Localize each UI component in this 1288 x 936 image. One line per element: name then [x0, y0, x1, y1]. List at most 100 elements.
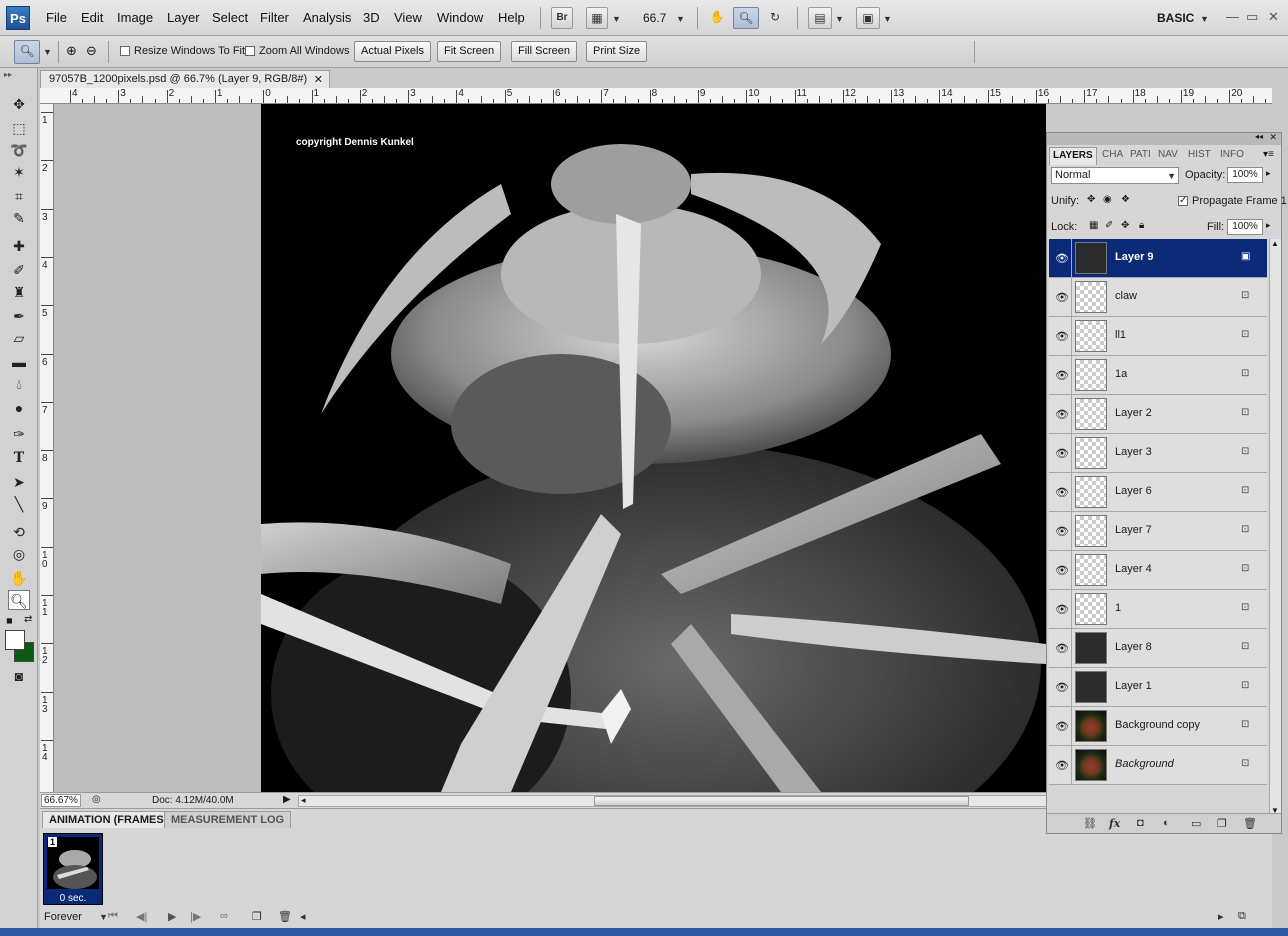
scroll-up-icon[interactable]: ▲ — [1271, 239, 1279, 248]
scroll-left-icon[interactable]: ◂ — [301, 795, 306, 806]
print-size-button[interactable]: Print Size — [586, 41, 648, 62]
lock-icon[interactable]: ⊡ — [1241, 524, 1249, 535]
lock-icon[interactable]: ⊡ — [1241, 758, 1249, 769]
link-layers-icon[interactable]: ⛓ — [1083, 817, 1097, 830]
chevron-down-icon[interactable]: ▼ — [835, 14, 844, 24]
status-info-icon[interactable]: ◎ — [92, 794, 101, 805]
tab-animation-frames[interactable]: ANIMATION (FRAMES) — [42, 811, 175, 828]
layer-row[interactable]: 👁︎ Layer 8 ⊡ — [1049, 629, 1267, 668]
layer-thumbnail[interactable] — [1075, 476, 1107, 508]
layer-name[interactable]: Layer 9 — [1115, 251, 1154, 263]
menu-layer[interactable]: Layer — [167, 10, 200, 25]
actual-pixels-button[interactable]: Actual Pixels — [354, 41, 431, 62]
status-menu-arrow-icon[interactable]: ▶ — [283, 794, 291, 805]
blur-tool[interactable]: 💧︎ — [8, 374, 30, 394]
3d-orbit-tool[interactable]: ◎ — [8, 544, 30, 564]
tab-layers[interactable]: LAYERS — [1049, 147, 1097, 165]
foreground-color-swatch[interactable] — [5, 630, 25, 650]
previous-frame-icon[interactable]: ◀| — [136, 910, 147, 923]
layer-row[interactable]: 👁︎ Background ⊡ — [1049, 746, 1267, 785]
quick-mask-toggle[interactable]: ◙ — [8, 666, 30, 686]
opacity-field[interactable]: 100% — [1227, 167, 1263, 183]
horizontal-scroll-thumb[interactable] — [594, 796, 969, 806]
fit-screen-button[interactable]: Fit Screen — [437, 41, 502, 62]
layers-scrollbar[interactable]: ▲ ▼ — [1269, 239, 1281, 815]
propagate-frame-checkbox[interactable]: Propagate Frame 1 — [1178, 195, 1287, 207]
menu-edit[interactable]: Edit — [81, 10, 103, 25]
zoom-level-dropdown[interactable]: 66.7 — [643, 11, 666, 25]
lock-icon[interactable]: ⊡ — [1241, 641, 1249, 652]
type-tool[interactable]: T — [8, 448, 30, 468]
layer-thumbnail[interactable] — [1075, 632, 1107, 664]
current-tool-preset[interactable]: 🔍︎ — [14, 40, 40, 64]
lock-pixels-icon[interactable]: ✐ — [1105, 220, 1113, 231]
view-extras-button[interactable]: ▦ — [586, 7, 608, 29]
fill-screen-button[interactable]: Fill Screen — [511, 41, 577, 62]
lock-icon[interactable]: ⊡ — [1241, 602, 1249, 613]
fill-slider-arrow-icon[interactable]: ▸ — [1266, 220, 1271, 231]
clone-stamp-tool[interactable]: ♜ — [8, 282, 30, 302]
minimize-icon[interactable]: — — [1226, 9, 1239, 24]
delete-frame-icon[interactable]: 🗑︎ — [278, 910, 292, 923]
layer-row[interactable]: 👁︎ Layer 4 ⊡ — [1049, 551, 1267, 590]
close-icon[interactable]: ✕ — [1268, 9, 1279, 25]
hand-tool[interactable]: ✋ — [8, 568, 30, 588]
lock-icon[interactable]: ⊡ — [1241, 485, 1249, 496]
arrange-documents-button[interactable]: ▤ — [808, 7, 832, 29]
opacity-slider-arrow-icon[interactable]: ▸ — [1266, 168, 1271, 179]
zoom-tool[interactable]: 🔍︎ — [8, 590, 30, 610]
resize-windows-checkbox[interactable]: Resize Windows To Fit — [120, 45, 245, 57]
duplicate-frame-icon[interactable]: ❐ — [252, 910, 262, 923]
play-icon[interactable]: ▶ — [168, 910, 176, 923]
tab-channels[interactable]: CHA — [1099, 147, 1125, 165]
lock-icon[interactable]: ⊡ — [1241, 329, 1249, 340]
loop-options-select[interactable]: Forever ▼ — [44, 911, 108, 923]
gradient-tool[interactable]: ▬ — [8, 352, 30, 372]
swap-colors-icon[interactable]: ⇄ — [24, 614, 32, 625]
rotate-view-button[interactable]: ↻ — [764, 7, 786, 29]
layer-thumbnail[interactable] — [1075, 593, 1107, 625]
scroll-left-icon[interactable]: ◂ — [300, 910, 306, 923]
visibility-eye-icon[interactable]: 👁︎ — [1055, 681, 1069, 694]
marquee-tool[interactable]: ⬚ — [8, 118, 30, 138]
chevron-down-icon[interactable]: ▼ — [43, 47, 52, 57]
layer-row[interactable]: 👁︎ Layer 2 ⊡ — [1049, 395, 1267, 434]
unify-position-icon[interactable]: ✥ — [1087, 194, 1095, 205]
visibility-eye-icon[interactable]: 👁︎ — [1055, 759, 1069, 772]
lock-icon[interactable]: ⊡ — [1241, 680, 1249, 691]
panel-menu-icon[interactable]: ▾≡ — [1263, 149, 1274, 160]
layer-thumbnail[interactable] — [1075, 749, 1107, 781]
new-layer-icon[interactable]: ❐ — [1217, 817, 1227, 830]
layer-row[interactable]: 👁︎ Layer 1 ⊡ — [1049, 668, 1267, 707]
menu-help[interactable]: Help — [498, 10, 525, 25]
checkbox-box[interactable] — [245, 46, 255, 57]
layer-name[interactable]: Layer 7 — [1115, 524, 1152, 536]
crop-tool[interactable]: ⌗ — [8, 186, 30, 206]
bridge-button[interactable]: Br — [551, 7, 573, 29]
layer-style-icon[interactable]: fx — [1109, 817, 1120, 830]
checkbox-box[interactable] — [1178, 196, 1188, 207]
toolbox-collapse-icon[interactable]: ▸▸ — [4, 70, 12, 79]
visibility-eye-icon[interactable]: 👁︎ — [1055, 486, 1069, 499]
layer-row[interactable]: 👁︎ claw ⊡ — [1049, 278, 1267, 317]
layer-thumbnail[interactable] — [1075, 515, 1107, 547]
chevron-down-icon[interactable]: ▼ — [676, 14, 685, 24]
eraser-tool[interactable]: ▱ — [8, 328, 30, 348]
collapse-icon[interactable]: ◂◂ — [1255, 132, 1263, 141]
visibility-eye-icon[interactable]: 👁︎ — [1055, 330, 1069, 343]
layer-thumbnail[interactable] — [1075, 281, 1107, 313]
lock-position-icon[interactable]: ✥ — [1121, 220, 1129, 231]
scroll-right-icon[interactable]: ▸ — [1218, 910, 1224, 923]
lock-icon[interactable]: ⊡ — [1241, 719, 1249, 730]
layer-name[interactable]: Layer 4 — [1115, 563, 1152, 575]
workspace-switcher[interactable]: BASIC — [1157, 11, 1194, 25]
first-frame-icon[interactable]: ⏮ — [108, 910, 118, 923]
tab-history[interactable]: HIST — [1185, 147, 1213, 165]
chevron-down-icon[interactable]: ▼ — [883, 14, 892, 24]
move-tool[interactable]: ✥ — [8, 94, 30, 114]
visibility-eye-icon[interactable]: 👁︎ — [1055, 369, 1069, 382]
menu-select[interactable]: Select — [212, 10, 248, 25]
layer-thumbnail[interactable] — [1075, 554, 1107, 586]
lock-icon[interactable]: ⊡ — [1241, 290, 1249, 301]
lock-icon[interactable]: ⊡ — [1241, 407, 1249, 418]
